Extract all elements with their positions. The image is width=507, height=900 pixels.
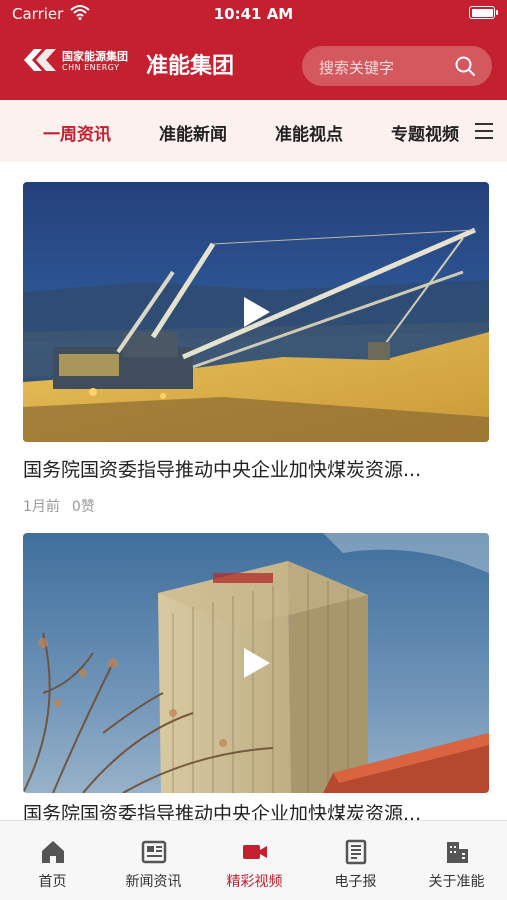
- nav-e-paper[interactable]: 电子报: [305, 821, 406, 900]
- nav-home[interactable]: 首页: [2, 821, 103, 900]
- nav-news-label: 新闻资讯: [125, 874, 182, 890]
- nav-home-label: 首页: [38, 874, 67, 890]
- video-card[interactable]: 国务院国资委指导推动中央企业加快煤炭资源...: [23, 533, 489, 825]
- home-icon: [42, 841, 64, 863]
- app-header: Carrier 10:41 AM 国家能源集团 CHN ENERGY 准能集团 …: [0, 0, 507, 100]
- battery-icon: [469, 6, 498, 19]
- video-thumbnail-building[interactable]: [23, 533, 489, 793]
- chn-energy-logo-icon: [24, 49, 56, 71]
- bottom-tab-bar: 首页 新闻资讯 精彩视频 电子报 关于准能: [0, 820, 507, 900]
- building-icon: [447, 842, 468, 863]
- search-icon[interactable]: [454, 55, 476, 77]
- nav-videos-label: 精彩视频: [226, 874, 283, 890]
- logo-english-text: CHN ENERGY: [62, 63, 120, 72]
- video-card[interactable]: 国务院国资委指导推动中央企业加快煤炭资源... 1月前 0赞: [23, 182, 489, 522]
- nav-e-paper-label: 电子报: [334, 874, 377, 890]
- video-camera-icon: [243, 845, 267, 859]
- play-icon[interactable]: [242, 295, 272, 329]
- video-likes: 0赞: [71, 499, 95, 515]
- play-icon[interactable]: [242, 646, 272, 680]
- nav-news[interactable]: 新闻资讯: [103, 821, 204, 900]
- tab-zhunneng-viewpoint[interactable]: 准能视点: [275, 120, 343, 145]
- nav-about-label: 关于准能: [428, 874, 485, 890]
- logo-chinese-text: 国家能源集团: [62, 50, 128, 63]
- nav-videos[interactable]: 精彩视频: [204, 821, 305, 900]
- menu-icon[interactable]: [473, 122, 495, 140]
- video-meta: 1月前 0赞: [23, 496, 95, 516]
- brand-title: 准能集团: [146, 54, 235, 79]
- status-bar: Carrier 10:41 AM: [0, 0, 507, 28]
- search-placeholder: 搜索关键字: [319, 59, 395, 77]
- category-tab-bar: 一周资讯 准能新闻 准能视点 专题视频: [0, 100, 507, 162]
- video-thumbnail-mining[interactable]: [23, 182, 489, 442]
- tab-weekly-news[interactable]: 一周资讯: [43, 120, 111, 145]
- video-title[interactable]: 国务院国资委指导推动中央企业加快煤炭资源...: [23, 455, 503, 482]
- news-icon: [141, 840, 167, 864]
- video-time: 1月前: [23, 499, 60, 515]
- search-input[interactable]: 搜索关键字: [302, 46, 492, 86]
- nav-about[interactable]: 关于准能: [406, 821, 507, 900]
- newspaper-icon: [345, 839, 367, 865]
- tab-zhunneng-news[interactable]: 准能新闻: [159, 120, 227, 145]
- clock: 10:41 AM: [213, 5, 294, 23]
- tab-special-video[interactable]: 专题视频: [391, 120, 459, 145]
